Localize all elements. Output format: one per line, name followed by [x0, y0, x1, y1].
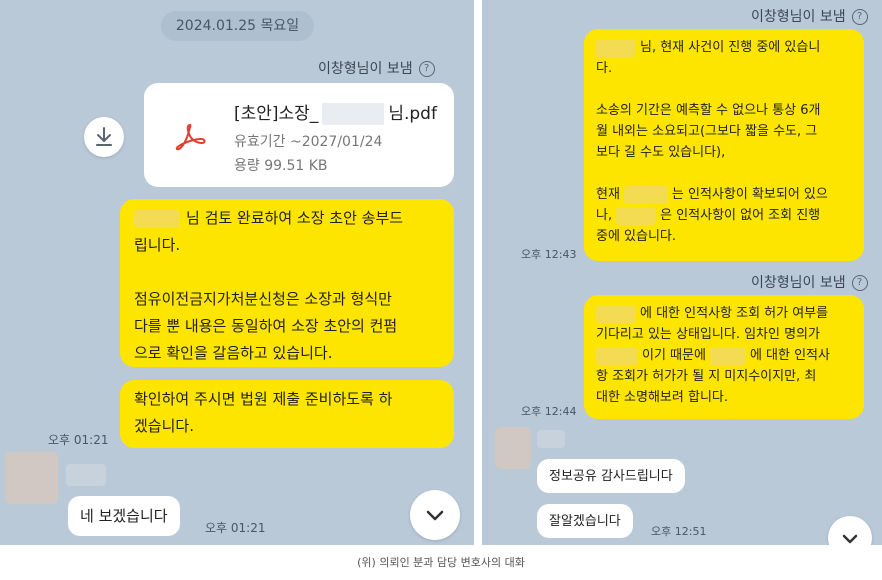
- message-line: 보다 길 수도 있습니다),: [596, 145, 726, 160]
- message-line: 으로 확인을 갈음하고 있습니다.: [134, 344, 333, 362]
- redacted-sender-name: [537, 430, 565, 448]
- redacted-name: [709, 346, 746, 365]
- message-bubble: 에 대한 인적사항 조회 허가 여부를 기다리고 있는 상태입니다. 임차인 명…: [584, 295, 864, 419]
- redacted-name: [322, 103, 385, 125]
- reply-bubble: 정보공유 감사드립니다: [537, 459, 685, 493]
- message-line: 월 내외는 소요되고(그보다 짧을 수도, 그: [596, 124, 818, 139]
- file-name: [초안]소장_ 님.pdf: [234, 103, 437, 125]
- help-icon[interactable]: ?: [851, 275, 868, 291]
- avatar[interactable]: [5, 452, 58, 504]
- message-line: 다.: [596, 61, 613, 76]
- file-attachment-card[interactable]: [초안]소장_ 님.pdf 유효기간 ~2027/01/24 용량 99.51 K…: [144, 83, 454, 187]
- sender-name: 이창형님이 보냄: [751, 9, 846, 25]
- scroll-down-button[interactable]: [828, 516, 872, 545]
- sender-name: 이창형님이 보냄: [751, 275, 846, 291]
- message-time: 오후 12:44: [521, 405, 577, 418]
- message-line: 대한 소명해보려 합니다.: [596, 390, 728, 405]
- message-line: 중에 있습니다.: [596, 229, 677, 244]
- download-icon: [96, 127, 112, 146]
- message-line: 에 대한 인적사항 조회 허가 여부를: [596, 303, 852, 324]
- message-time: 오후 12:51: [651, 525, 707, 538]
- message-line: 항 조회가 허가가 될 지 미지수이지만, 최: [596, 369, 817, 384]
- download-button[interactable]: [84, 117, 124, 157]
- message-line: 현재 는 인적사항이 확보되어 있으: [596, 185, 828, 204]
- sender-name: 이창형님이 보냄: [318, 61, 413, 77]
- message-time: 오후 01:21: [205, 521, 266, 535]
- redacted-name: [616, 206, 657, 225]
- chat-panel-right: 이창형님이 보냄? 님, 현재 사건이 진행 중에 있습니 다. 소송의 기간은…: [482, 0, 882, 545]
- message-line: 점유이전금지가처분신청은 소장과 형식만: [134, 290, 392, 308]
- redacted-name: [596, 346, 638, 365]
- scroll-down-button[interactable]: [410, 490, 460, 540]
- sender-label: 이창형님이 보냄?: [751, 6, 868, 26]
- pdf-icon: [175, 124, 206, 151]
- redacted-name: [134, 209, 180, 228]
- redacted-name: [596, 304, 636, 323]
- message-line: 다를 뿐 내용은 동일하여 소장 초안의 컨펌: [134, 317, 398, 335]
- chevron-down-icon: [842, 534, 858, 544]
- sender-label: 이창형님이 보냄?: [318, 58, 435, 78]
- message-line: 기다리고 있는 상태입니다. 임차인 명의가: [596, 327, 820, 342]
- redacted-name: [623, 185, 668, 204]
- message-line: 립니다.: [134, 236, 181, 254]
- help-icon[interactable]: ?: [418, 61, 435, 77]
- message-bubble: 확인하여 주시면 법원 제출 준비하도록 하 겠습니다.: [120, 380, 454, 448]
- message-line: 이기 때문에 에 대한 인적사: [596, 345, 852, 366]
- file-size: 용량 99.51 KB: [234, 158, 328, 174]
- help-icon[interactable]: ?: [851, 9, 868, 25]
- avatar[interactable]: [495, 427, 531, 469]
- message-line: 나, 은 인적사항이 없어 조회 진행: [596, 206, 821, 225]
- image-caption: (위) 의뢰인 분과 담당 변호사의 대화: [357, 556, 525, 569]
- message-time: 오후 12:43: [521, 248, 577, 261]
- redacted-name: [596, 38, 636, 57]
- message-line: 님, 현재 사건이 진행 중에 있습니: [596, 37, 852, 58]
- message-line: 겠습니다.: [134, 417, 194, 435]
- message-bubble: 님 검토 완료하여 소장 초안 송부드 립니다. 점유이전금지가처분신청은 소장…: [120, 199, 454, 367]
- date-divider: 2024.01.25 목요일: [161, 11, 314, 41]
- message-line: 님 검토 완료하여 소장 초안 송부드: [134, 205, 440, 232]
- chat-panel-left: 2024.01.25 목요일 이창형님이 보냄? [초안]소장_ 님.pdf 유효…: [0, 0, 474, 545]
- message-line: 소송의 기간은 예측할 수 없으나 통상 6개: [596, 103, 821, 118]
- message-time: 오후 01:21: [48, 433, 109, 447]
- message-line: 확인하여 주시면 법원 제출 준비하도록 하: [134, 390, 393, 408]
- sender-label: 이창형님이 보냄?: [751, 272, 868, 292]
- reply-bubble: 잘알겠습니다: [537, 504, 633, 538]
- redacted-sender-name: [66, 464, 106, 486]
- reply-bubble: 네 보겠습니다: [68, 496, 180, 536]
- file-expiry: 유효기간 ~2027/01/24: [234, 134, 383, 150]
- message-bubble: 님, 현재 사건이 진행 중에 있습니 다. 소송의 기간은 예측할 수 없으나…: [584, 29, 864, 261]
- chevron-down-icon: [426, 510, 444, 521]
